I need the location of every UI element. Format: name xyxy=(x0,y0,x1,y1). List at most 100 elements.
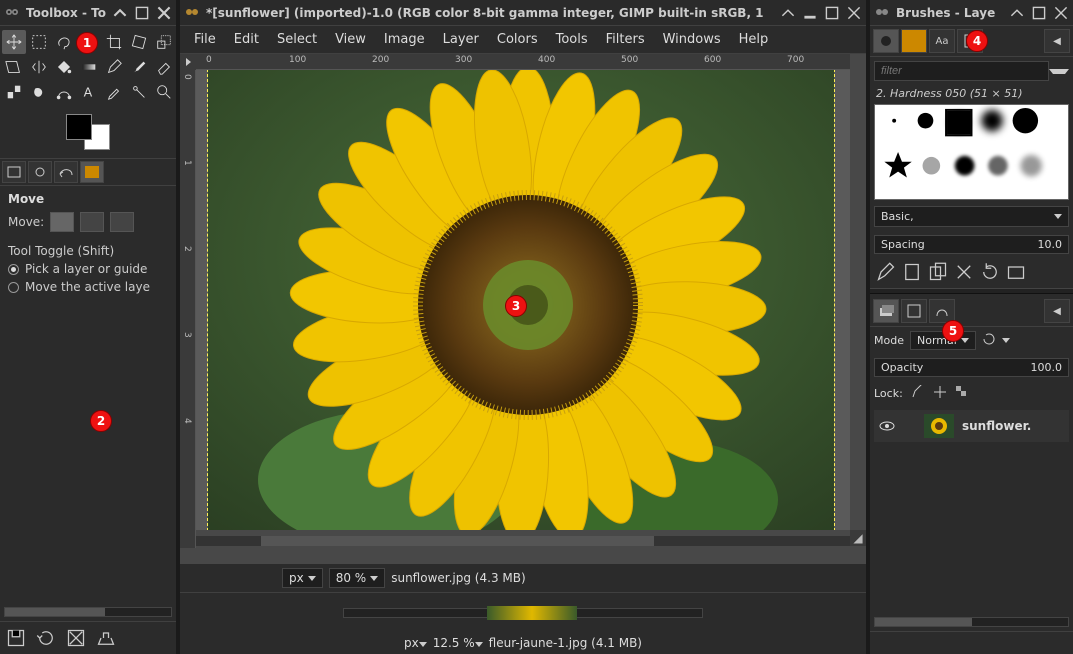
tool-paintbrush[interactable] xyxy=(127,55,151,79)
right-titlebar[interactable]: Brushes - Laye xyxy=(870,0,1073,26)
tool-fuzzy-select[interactable] xyxy=(77,30,101,54)
delete-tool-preset-icon[interactable] xyxy=(66,628,86,648)
chevron-down-icon[interactable] xyxy=(1002,338,1010,343)
open-brush-as-image-icon[interactable] xyxy=(1006,262,1026,282)
image-close-icon[interactable] xyxy=(846,5,862,21)
tab-channels[interactable] xyxy=(901,299,927,323)
tool-pencil[interactable] xyxy=(102,55,126,79)
move-mode-selection[interactable] xyxy=(80,212,104,232)
tab-device-status[interactable] xyxy=(28,161,52,183)
tab-config-icon-2[interactable]: ◀ xyxy=(1044,299,1070,323)
toolbox-roll-icon[interactable] xyxy=(112,5,128,21)
tab-brushes[interactable] xyxy=(873,29,899,53)
refresh-brush-icon[interactable] xyxy=(980,262,1000,282)
image-titlebar[interactable]: *[sunflower] (imported)-1.0 (RGB color 8… xyxy=(180,0,866,26)
tool-shear[interactable] xyxy=(2,55,26,79)
reset-tool-preset-icon[interactable] xyxy=(96,628,116,648)
menu-help[interactable]: Help xyxy=(731,30,777,49)
tool-bucket[interactable] xyxy=(52,55,76,79)
tab-document-history[interactable] xyxy=(957,29,983,53)
mode-select[interactable]: Normal xyxy=(910,331,976,350)
tool-clone[interactable] xyxy=(2,80,26,104)
edit-brush-icon[interactable] xyxy=(876,262,896,282)
mode-reset-icon[interactable] xyxy=(982,332,996,349)
unit-select-1[interactable]: px xyxy=(282,568,323,588)
menu-file[interactable]: File xyxy=(186,30,224,49)
save-tool-preset-icon[interactable] xyxy=(6,628,26,648)
file-slider[interactable] xyxy=(343,608,703,618)
delete-brush-icon[interactable] xyxy=(954,262,974,282)
unit-select-2[interactable]: px xyxy=(404,636,427,650)
layers-hscroll[interactable] xyxy=(874,617,1069,627)
tool-zoom[interactable] xyxy=(152,80,176,104)
tool-crop[interactable] xyxy=(102,30,126,54)
toolbox-max-icon[interactable] xyxy=(134,5,150,21)
zoom-select-2[interactable]: 12.5 % xyxy=(433,636,483,650)
opacity-control[interactable]: Opacity 100.0 xyxy=(874,358,1069,377)
restore-tool-preset-icon[interactable] xyxy=(36,628,56,648)
right-roll-icon[interactable] xyxy=(1009,5,1025,21)
spacing-control[interactable]: Spacing 10.0 xyxy=(874,235,1069,254)
duplicate-brush-icon[interactable] xyxy=(928,262,948,282)
visibility-eye-icon[interactable] xyxy=(878,417,896,435)
menu-image[interactable]: Image xyxy=(376,30,433,49)
tab-paths[interactable] xyxy=(929,299,955,323)
nav-preview-icon[interactable]: ◢ xyxy=(850,530,866,546)
menu-colors[interactable]: Colors xyxy=(489,30,546,49)
foreground-color[interactable] xyxy=(66,114,92,140)
canvas[interactable] xyxy=(196,70,850,530)
layer-name[interactable]: sunflower. xyxy=(962,419,1031,433)
right-close-icon[interactable] xyxy=(1053,5,1069,21)
toolbox-hscroll[interactable] xyxy=(4,607,172,617)
canvas-hscroll[interactable] xyxy=(196,536,850,546)
tab-config-icon[interactable]: ◀ xyxy=(1044,29,1070,53)
tool-color-picker[interactable] xyxy=(102,80,126,104)
tab-tool-options[interactable] xyxy=(2,161,26,183)
dock-separator[interactable] xyxy=(870,288,1073,294)
ruler-horizontal[interactable]: 0 100 200 300 400 500 600 700 xyxy=(196,54,850,70)
tool-text[interactable]: A xyxy=(77,80,101,104)
tab-layers[interactable] xyxy=(873,299,899,323)
move-mode-layer[interactable] xyxy=(50,212,74,232)
brush-filter-input[interactable] xyxy=(874,61,1049,81)
tab-patterns[interactable] xyxy=(901,29,927,53)
tool-path[interactable] xyxy=(52,80,76,104)
tool-move[interactable] xyxy=(2,30,26,54)
tool-smudge[interactable] xyxy=(27,80,51,104)
menu-edit[interactable]: Edit xyxy=(226,30,267,49)
menu-tools[interactable]: Tools xyxy=(548,30,596,49)
canvas-menu-icon[interactable] xyxy=(180,54,196,70)
tab-fonts[interactable]: Aa xyxy=(929,29,955,53)
brush-grid[interactable] xyxy=(874,104,1069,200)
tool-eraser[interactable] xyxy=(152,55,176,79)
chevron-down-icon[interactable] xyxy=(1049,69,1069,74)
image-content[interactable] xyxy=(208,70,834,530)
image-roll-icon[interactable] xyxy=(780,5,796,21)
lock-pixels-icon[interactable] xyxy=(911,385,925,402)
new-brush-icon[interactable] xyxy=(902,262,922,282)
radio-move-active[interactable]: Move the active laye xyxy=(8,280,168,294)
move-mode-path[interactable] xyxy=(110,212,134,232)
tab-undo-history[interactable] xyxy=(54,161,78,183)
tab-images[interactable] xyxy=(80,161,104,183)
tool-rotate[interactable] xyxy=(127,30,151,54)
brush-preset-select[interactable]: Basic, xyxy=(874,206,1069,227)
tool-free-select[interactable] xyxy=(52,30,76,54)
menu-filters[interactable]: Filters xyxy=(598,30,653,49)
tool-measure[interactable] xyxy=(127,80,151,104)
lock-alpha-icon[interactable] xyxy=(955,385,969,402)
toolbox-titlebar[interactable]: Toolbox - To xyxy=(0,0,176,26)
tool-scale[interactable] xyxy=(152,30,176,54)
tool-rect-select[interactable] xyxy=(27,30,51,54)
tool-flip[interactable] xyxy=(27,55,51,79)
layer-row[interactable]: sunflower. xyxy=(874,410,1069,442)
toolbox-close-icon[interactable] xyxy=(156,5,172,21)
menu-select[interactable]: Select xyxy=(269,30,325,49)
image-min-icon[interactable] xyxy=(802,5,818,21)
radio-pick-layer[interactable]: Pick a layer or guide xyxy=(8,262,168,276)
menu-layer[interactable]: Layer xyxy=(435,30,487,49)
color-swatch[interactable] xyxy=(66,114,110,150)
image-max-icon[interactable] xyxy=(824,5,840,21)
lock-position-icon[interactable] xyxy=(933,385,947,402)
menu-view[interactable]: View xyxy=(327,30,374,49)
